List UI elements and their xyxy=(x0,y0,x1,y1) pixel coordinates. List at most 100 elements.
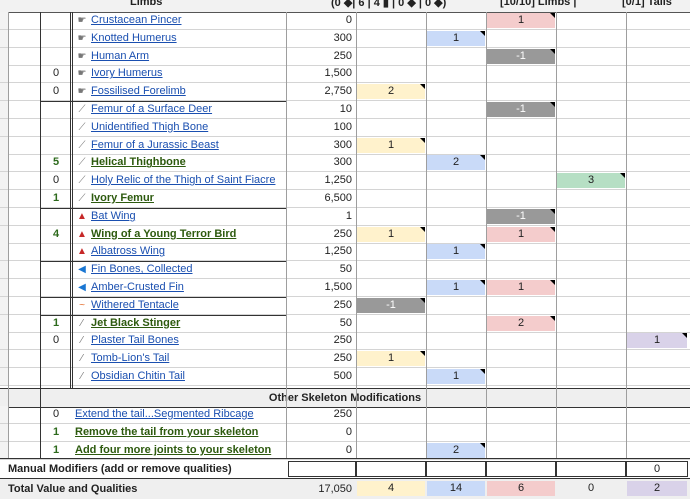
arm-bone-icon: ☛ xyxy=(77,68,87,80)
leg-bone-icon: ⟋ xyxy=(78,121,86,133)
leg-bone-icon: ⟋ xyxy=(78,157,86,169)
item-link[interactable]: Ivory Humerus xyxy=(91,67,163,79)
limbs-header-tails: [0/1] Tails xyxy=(622,0,672,8)
total-label: Total Value and Qualities xyxy=(8,483,138,495)
manual-input-q1[interactable] xyxy=(356,461,426,477)
quality-cell: 2 xyxy=(427,155,485,171)
item-value: 0 xyxy=(345,14,352,26)
leg-bone-icon: ⟋ xyxy=(78,193,86,204)
item-link[interactable]: Unidentified Thigh Bone xyxy=(91,121,208,133)
item-link[interactable]: Tomb-Lion's Tail xyxy=(91,352,169,364)
rows-row: ⁄ Obsidian Chitin Tail 500 1 xyxy=(0,368,690,386)
item-link[interactable]: Wing of a Young Terror Bird xyxy=(91,228,236,240)
quality-cell: 2 xyxy=(487,315,555,331)
manual-modifiers-row: Manual Modifiers (add or remove qualitie… xyxy=(0,458,690,479)
total-q1: 4 xyxy=(357,481,425,496)
manual-input-q5[interactable]: 0 xyxy=(626,461,688,477)
total-q5: 2 xyxy=(627,481,687,496)
limbs-header-counts: (0 ◆| 6 | 4 ▮ | 0 ◆ | 0 ◆) xyxy=(331,0,447,9)
quality-cell: -1 xyxy=(357,297,425,313)
item-link[interactable]: Fossilised Forelimb xyxy=(91,85,186,97)
item-link[interactable]: Knotted Humerus xyxy=(91,32,177,44)
owned-count: 5 xyxy=(52,156,60,169)
wing-icon: ▲ xyxy=(77,228,87,240)
owned-count: 0 xyxy=(52,67,60,80)
rows-row: 1 ⁄ Jet Black Stinger 50 2 xyxy=(0,314,690,333)
item-value: 250 xyxy=(333,298,352,311)
tentacle-icon: ~ xyxy=(79,299,85,311)
item-link[interactable]: Ivory Femur xyxy=(91,192,154,204)
rows-row: 1 ⟋ Ivory Femur 6,500 xyxy=(0,190,690,208)
item-link[interactable]: Jet Black Stinger xyxy=(91,317,180,329)
tail-icon: ⁄ xyxy=(81,335,83,347)
arm-bone-icon: ☛ xyxy=(77,50,87,62)
owned-count xyxy=(42,261,70,278)
owned-count: 0 xyxy=(52,85,60,98)
item-value: 300 xyxy=(333,138,352,151)
rows-row: 5 ⟋ Helical Thighbone 300 2 xyxy=(0,154,690,173)
item-link[interactable]: Fin Bones, Collected xyxy=(91,263,193,275)
item-value: 1,250 xyxy=(324,245,352,258)
quality-cell: -1 xyxy=(487,102,555,117)
owned-count: 0 xyxy=(52,174,60,187)
item-link[interactable]: Amber-Crusted Fin xyxy=(91,281,184,293)
item-link[interactable]: Femur of a Jurassic Beast xyxy=(91,139,219,151)
owned-count xyxy=(42,208,70,225)
total-q3: 6 xyxy=(487,481,555,496)
rows-row: 4 ▲ Wing of a Young Terror Bird 250 1 1 xyxy=(0,225,690,244)
quality-cell: 1 xyxy=(487,226,555,242)
rows-row: ▲ Bat Wing 1 -1 xyxy=(0,207,690,226)
item-link[interactable]: Remove the tail from your skeleton xyxy=(75,426,258,438)
item-value: 1 xyxy=(345,209,352,222)
owned-count xyxy=(42,101,70,118)
item-link[interactable]: Bat Wing xyxy=(91,210,136,222)
leg-bone-icon: ⟋ xyxy=(78,139,86,151)
item-value: 250 xyxy=(333,49,352,62)
owned-count xyxy=(42,137,70,154)
item-link[interactable]: Withered Tentacle xyxy=(91,299,179,311)
item-link[interactable]: Extend the tail...Segmented Ribcage xyxy=(75,408,254,420)
owned-count: 0 xyxy=(52,408,60,420)
quality-cell: 1 xyxy=(357,137,425,153)
item-value: 250 xyxy=(333,227,352,240)
item-value: 250 xyxy=(333,334,352,347)
quality-cell: 1 xyxy=(427,280,485,295)
manual-input-q2[interactable] xyxy=(426,461,486,477)
item-link[interactable]: Albatross Wing xyxy=(91,245,165,257)
owned-count xyxy=(42,297,70,314)
item-link[interactable]: Femur of a Surface Deer xyxy=(91,103,212,115)
rows-row: ◀ Amber-Crusted Fin 1,500 1 1 xyxy=(0,279,690,297)
manual-input-q3[interactable] xyxy=(486,461,556,477)
rows-row: ⟋ Unidentified Thigh Bone 100 xyxy=(0,118,690,137)
quality-cell: 1 xyxy=(357,226,425,242)
item-value: 50 xyxy=(339,263,352,276)
quality-cell: -1 xyxy=(487,48,555,64)
limbs-header-limbs: [10/10] Limbs | xyxy=(500,0,577,8)
owned-count: 1 xyxy=(52,425,60,438)
item-link[interactable]: Plaster Tail Bones xyxy=(91,334,179,346)
rows-row: ▲ Albatross Wing 1,250 1 xyxy=(0,243,690,262)
owned-count xyxy=(42,119,70,136)
item-link[interactable]: Helical Thighbone xyxy=(91,156,186,168)
item-link[interactable]: Obsidian Chitin Tail xyxy=(91,370,185,382)
quality-cell: 1 xyxy=(357,351,425,367)
item-link[interactable]: Holy Relic of the Thigh of Saint Fiacre xyxy=(91,174,275,186)
manual-input-q4[interactable] xyxy=(556,461,626,477)
rows-row: ☛ Knotted Humerus 300 1 xyxy=(0,29,690,48)
rows-row: ⟋ Femur of a Surface Deer 10 -1 xyxy=(0,101,690,119)
owned-count: 1 xyxy=(52,316,60,329)
item-link[interactable]: Add four more joints to your skeleton xyxy=(75,444,271,456)
quality-cell: 1 xyxy=(427,369,485,384)
owned-count: 1 xyxy=(52,192,60,204)
item-link[interactable]: Crustacean Pincer xyxy=(91,14,182,26)
rows-row: ☛ Crustacean Pincer 0 1 xyxy=(0,12,690,30)
item-value: 1,500 xyxy=(324,67,352,80)
arm-bone-icon: ☛ xyxy=(77,86,87,98)
leg-bone-icon: ⟋ xyxy=(78,175,86,187)
fin-icon: ◀ xyxy=(78,264,86,276)
tail-icon: ⁄ xyxy=(81,353,83,365)
manual-input-value[interactable] xyxy=(288,461,356,477)
wing-icon: ▲ xyxy=(77,210,87,222)
item-link[interactable]: Human Arm xyxy=(91,50,149,62)
owned-count: 0 xyxy=(52,334,60,347)
